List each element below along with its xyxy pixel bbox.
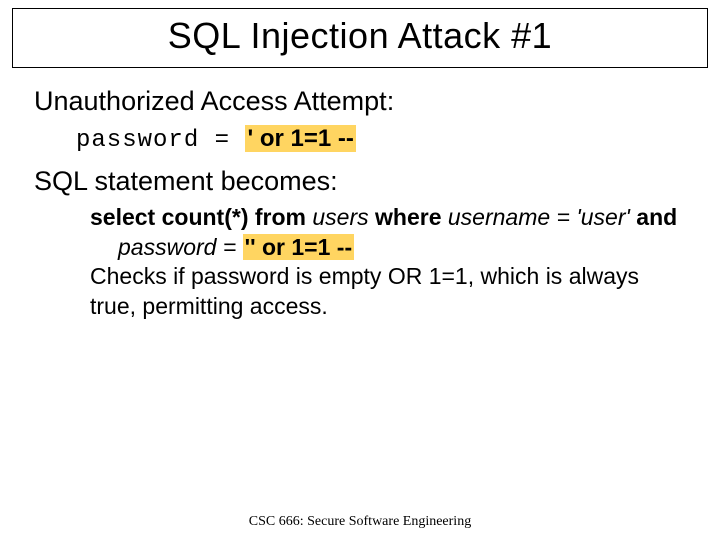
sql-explanation: Checks if password is empty OR 1=1, whic… — [90, 262, 686, 321]
slide-content: Unauthorized Access Attempt: password = … — [0, 68, 720, 321]
slide-footer: CSC 666: Secure Software Engineering — [0, 514, 720, 530]
heading-sql: SQL statement becomes: — [34, 166, 686, 197]
sql-part-username: username = 'user' — [448, 204, 636, 230]
sql-statement: select count(*) from users where usernam… — [90, 203, 686, 262]
sql-part-where: where — [375, 204, 448, 230]
slide-title-box: SQL Injection Attack #1 — [12, 8, 708, 68]
password-label: password = — [76, 127, 245, 154]
heading-attempt: Unauthorized Access Attempt: — [34, 86, 686, 117]
sql-part-and: and — [636, 204, 677, 230]
password-payload: ' or 1=1 -- — [245, 125, 355, 152]
sql-part-passwordlabel: password = — [118, 234, 243, 260]
sql-part-users: users — [312, 204, 375, 230]
sql-part-select: select count(*) from — [90, 204, 312, 230]
sql-part-injected: '' or 1=1 -- — [243, 234, 354, 260]
password-line: password = ' or 1=1 -- — [76, 123, 686, 156]
slide-title: SQL Injection Attack #1 — [13, 15, 707, 57]
sql-block: select count(*) from users where usernam… — [90, 203, 686, 321]
